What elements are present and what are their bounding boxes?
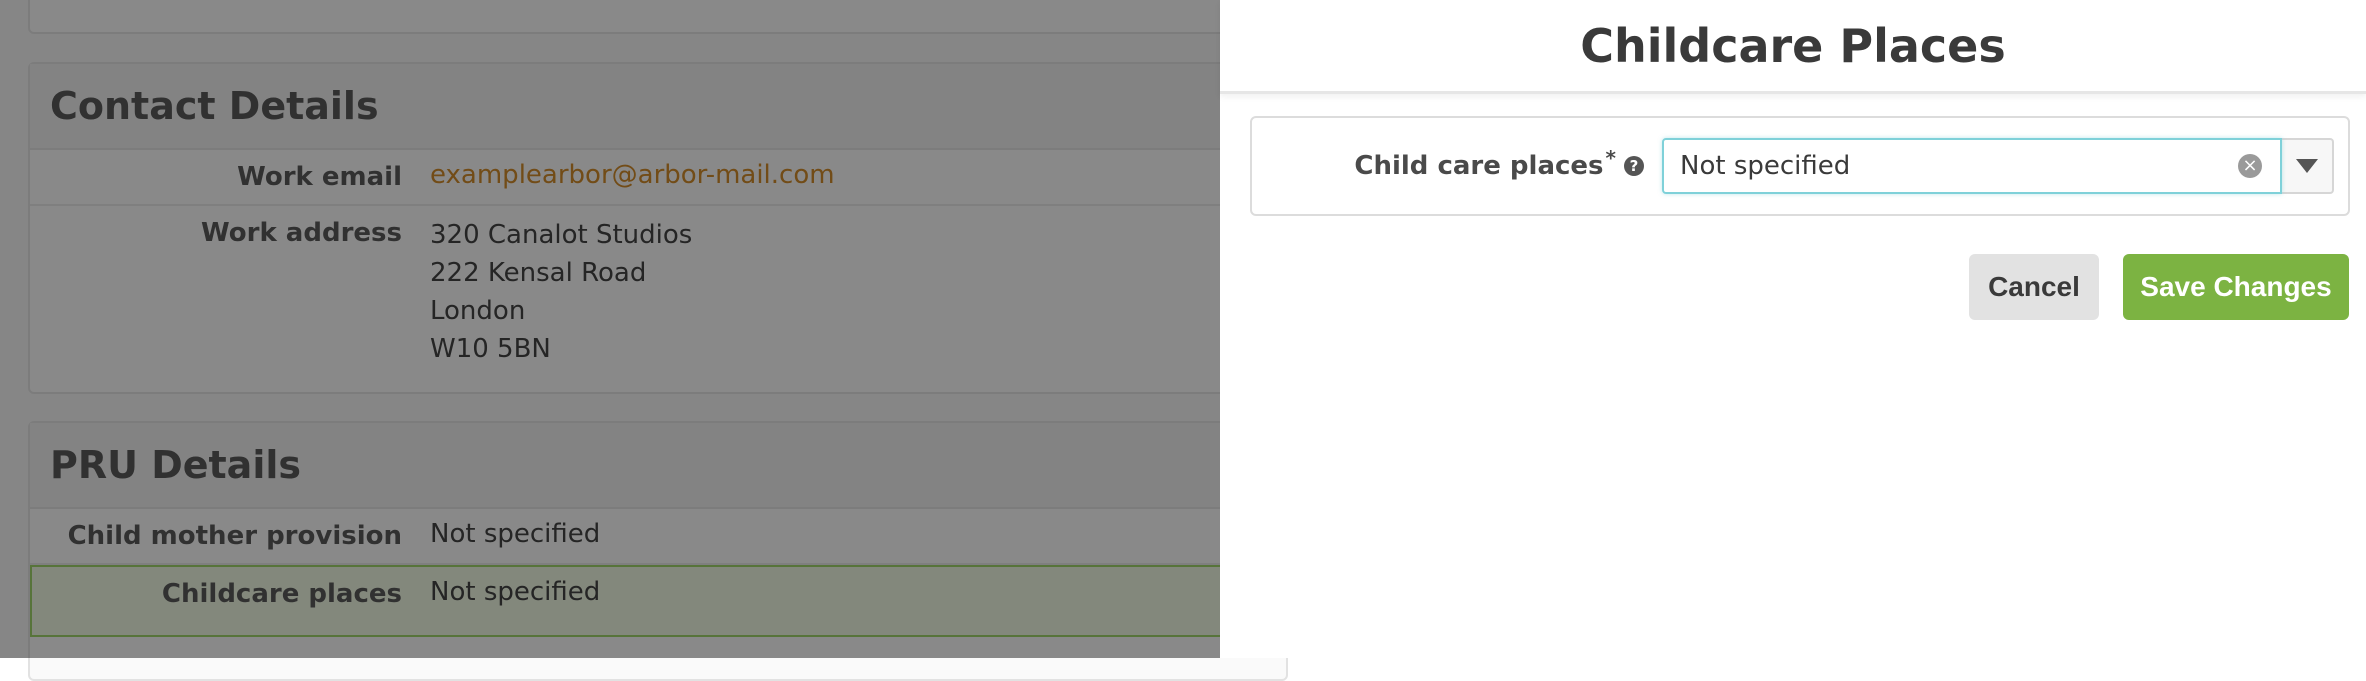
dialog-title: Childcare Places	[1220, 0, 2366, 94]
child-care-places-select[interactable]: Not specified ×	[1662, 138, 2334, 194]
child-care-places-label: Child care places *?	[1252, 118, 1644, 214]
required-marker: *	[1605, 146, 1616, 170]
select-value-text: Not specified	[1680, 151, 1851, 181]
modal-overlay[interactable]	[0, 0, 1220, 658]
childcare-places-field-group: Child care places *? Not specified ×	[1250, 116, 2350, 216]
childcare-places-dialog: Childcare Places Child care places *? Not…	[1220, 0, 2366, 658]
chevron-down-icon	[2296, 159, 2318, 173]
question-circle-icon[interactable]: ?	[1624, 156, 1644, 176]
save-changes-button[interactable]: Save Changes	[2123, 254, 2349, 320]
dropdown-toggle-button[interactable]	[2282, 138, 2334, 194]
field-label-text: Child care places	[1354, 151, 1604, 181]
select-current-value[interactable]: Not specified ×	[1662, 138, 2282, 194]
cancel-button[interactable]: Cancel	[1969, 254, 2099, 320]
clear-circle-icon[interactable]: ×	[2238, 154, 2262, 178]
